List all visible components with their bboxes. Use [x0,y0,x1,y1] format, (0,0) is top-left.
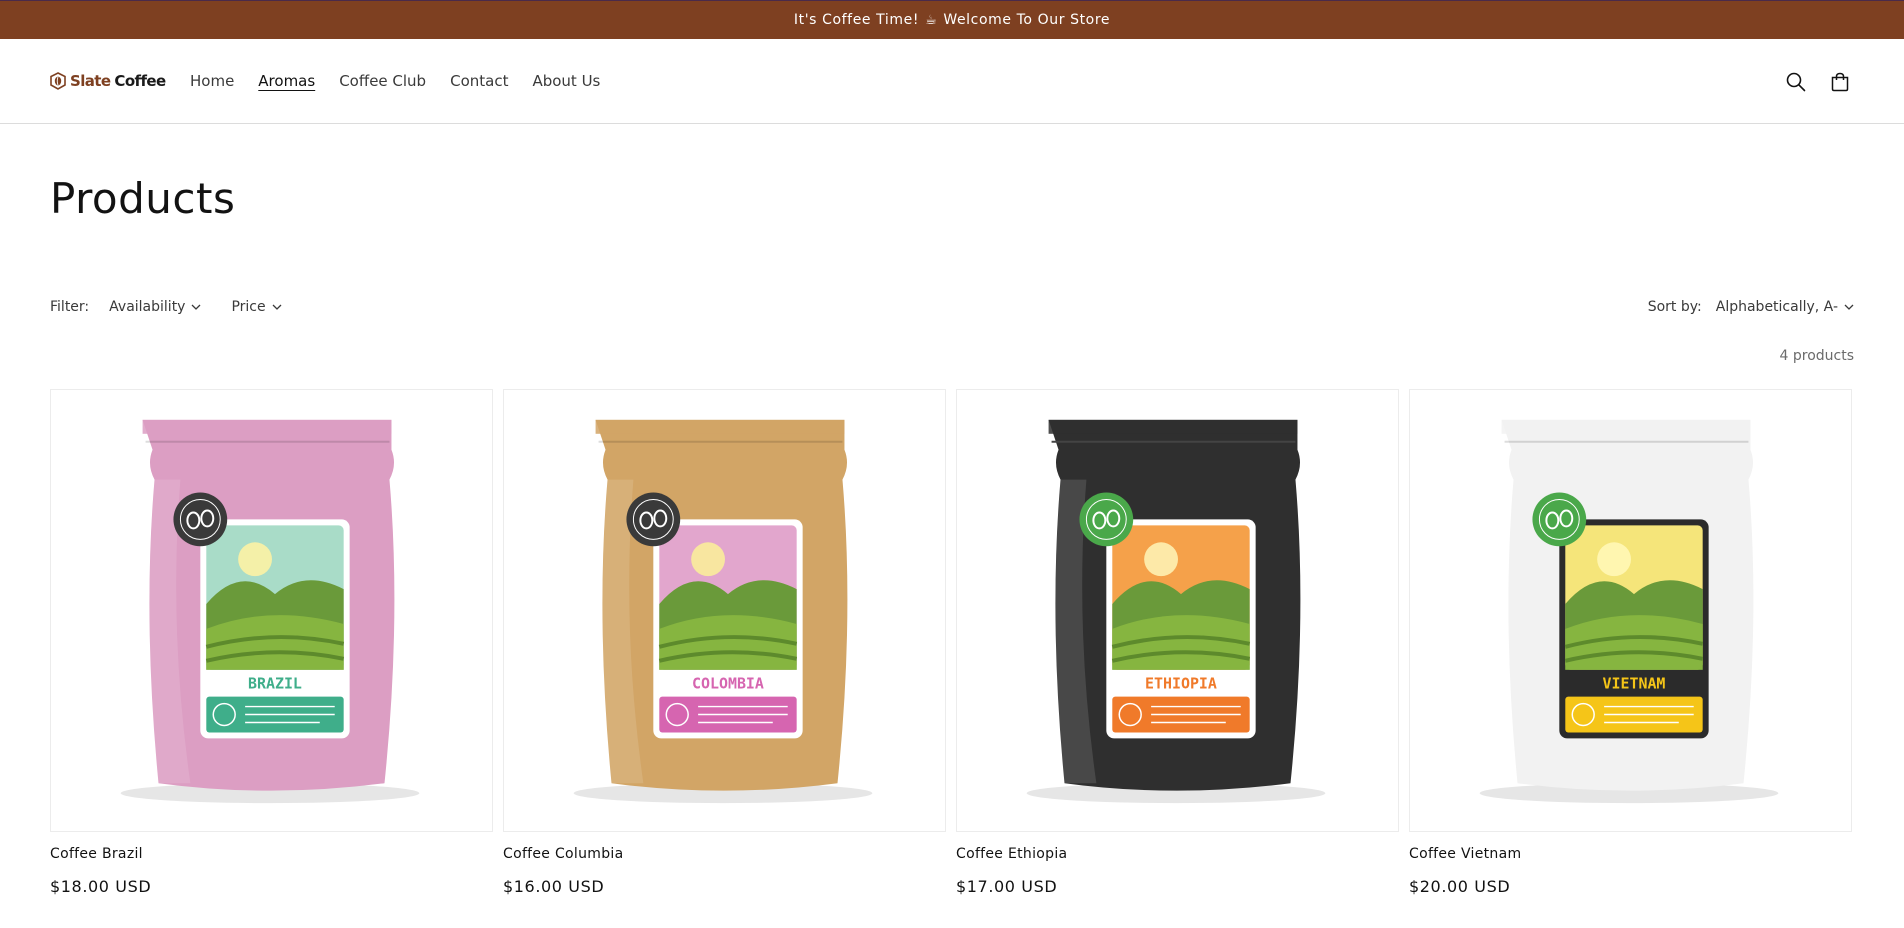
product-card[interactable]: BRAZIL Coffee Brazil $18.00 USD [50,389,493,896]
announcement-bar: It's Coffee Time! ☕ Welcome To Our Store [0,0,1904,39]
product-title[interactable]: Coffee Columbia [503,846,946,862]
filter-bar: Filter: Availability Price Sort by: Alph… [50,294,1854,320]
coffee-cup-icon: ☕ [925,12,938,28]
cart-button[interactable] [1818,60,1862,104]
product-count: 4 products [1779,348,1855,364]
chevron-down-icon [192,304,201,310]
product-image[interactable]: ETHIOPIA [956,389,1399,832]
coffee-bag-illustration: BRAZIL [120,419,420,804]
announcement-text-end: Welcome To Our Store [943,12,1111,28]
svg-text:ETHIOPIA: ETHIOPIA [1145,675,1217,693]
chevron-down-icon [1844,304,1854,310]
filter-availability-dropdown[interactable]: Availability [109,299,201,315]
product-price: $18.00 USD [50,877,152,896]
filter-availability-label: Availability [109,299,186,315]
nav-item-home[interactable]: Home [190,68,234,94]
filter-price-dropdown[interactable]: Price [231,299,282,315]
sort-control: Sort by: Alphabetically, A- [1648,299,1854,315]
product-price: $20.00 USD [1409,877,1511,896]
coffee-bean-shield-icon [50,72,66,90]
logo-brand-text: Slate [70,72,111,90]
nav-item-coffee-club[interactable]: Coffee Club [339,68,426,94]
coffee-bag-illustration: COLOMBIA [573,419,873,804]
main-nav: Home Aromas Coffee Club Contact About Us [190,68,624,94]
product-title[interactable]: Coffee Brazil [50,846,493,862]
nav-item-contact[interactable]: Contact [450,68,508,94]
coffee-bag-illustration: ETHIOPIA [1026,419,1326,804]
product-image[interactable]: COLOMBIA [503,389,946,832]
sort-label: Sort by: [1647,299,1702,315]
product-price: $17.00 USD [956,877,1058,896]
nav-item-aromas[interactable]: Aromas [258,68,315,94]
sort-select[interactable]: Alphabetically, A- [1716,299,1854,315]
svg-text:VIETNAM: VIETNAM [1603,675,1666,693]
announcement-text-start: It's Coffee Time! [793,12,920,28]
logo-brand-text-second: Coffee [114,72,166,90]
product-card[interactable]: ETHIOPIA Coffee Ethiopia $17.00 USD [956,389,1399,896]
chevron-down-icon [272,304,282,310]
site-header: Slate Coffee Home Aromas Coffee Club Con… [0,39,1904,124]
product-card[interactable]: VIETNAM Coffee Vietnam $20.00 USD [1409,389,1852,896]
logo[interactable]: Slate Coffee [50,72,190,90]
product-grid: BRAZIL Coffee Brazil $18.00 USD COLOMBIA [50,389,1854,896]
product-title[interactable]: Coffee Vietnam [1409,846,1852,862]
sort-value: Alphabetically, A- [1715,299,1838,315]
search-button[interactable] [1774,60,1818,104]
product-image[interactable]: VIETNAM [1409,389,1852,832]
search-icon [1786,72,1806,91]
product-price: $16.00 USD [503,877,605,896]
coffee-bag-illustration: VIETNAM [1479,419,1779,804]
filter-price-label: Price [231,299,266,315]
svg-text:BRAZIL: BRAZIL [248,675,302,693]
cart-icon [1831,72,1849,91]
filter-label: Filter: [50,299,90,315]
svg-text:COLOMBIA: COLOMBIA [692,675,764,693]
header-icons [1774,39,1862,124]
product-card[interactable]: COLOMBIA Coffee Columbia $16.00 USD [503,389,946,896]
nav-item-about-us[interactable]: About Us [532,68,600,94]
product-title[interactable]: Coffee Ethiopia [956,846,1399,862]
page-title: Products [50,174,236,223]
product-image[interactable]: BRAZIL [50,389,493,832]
